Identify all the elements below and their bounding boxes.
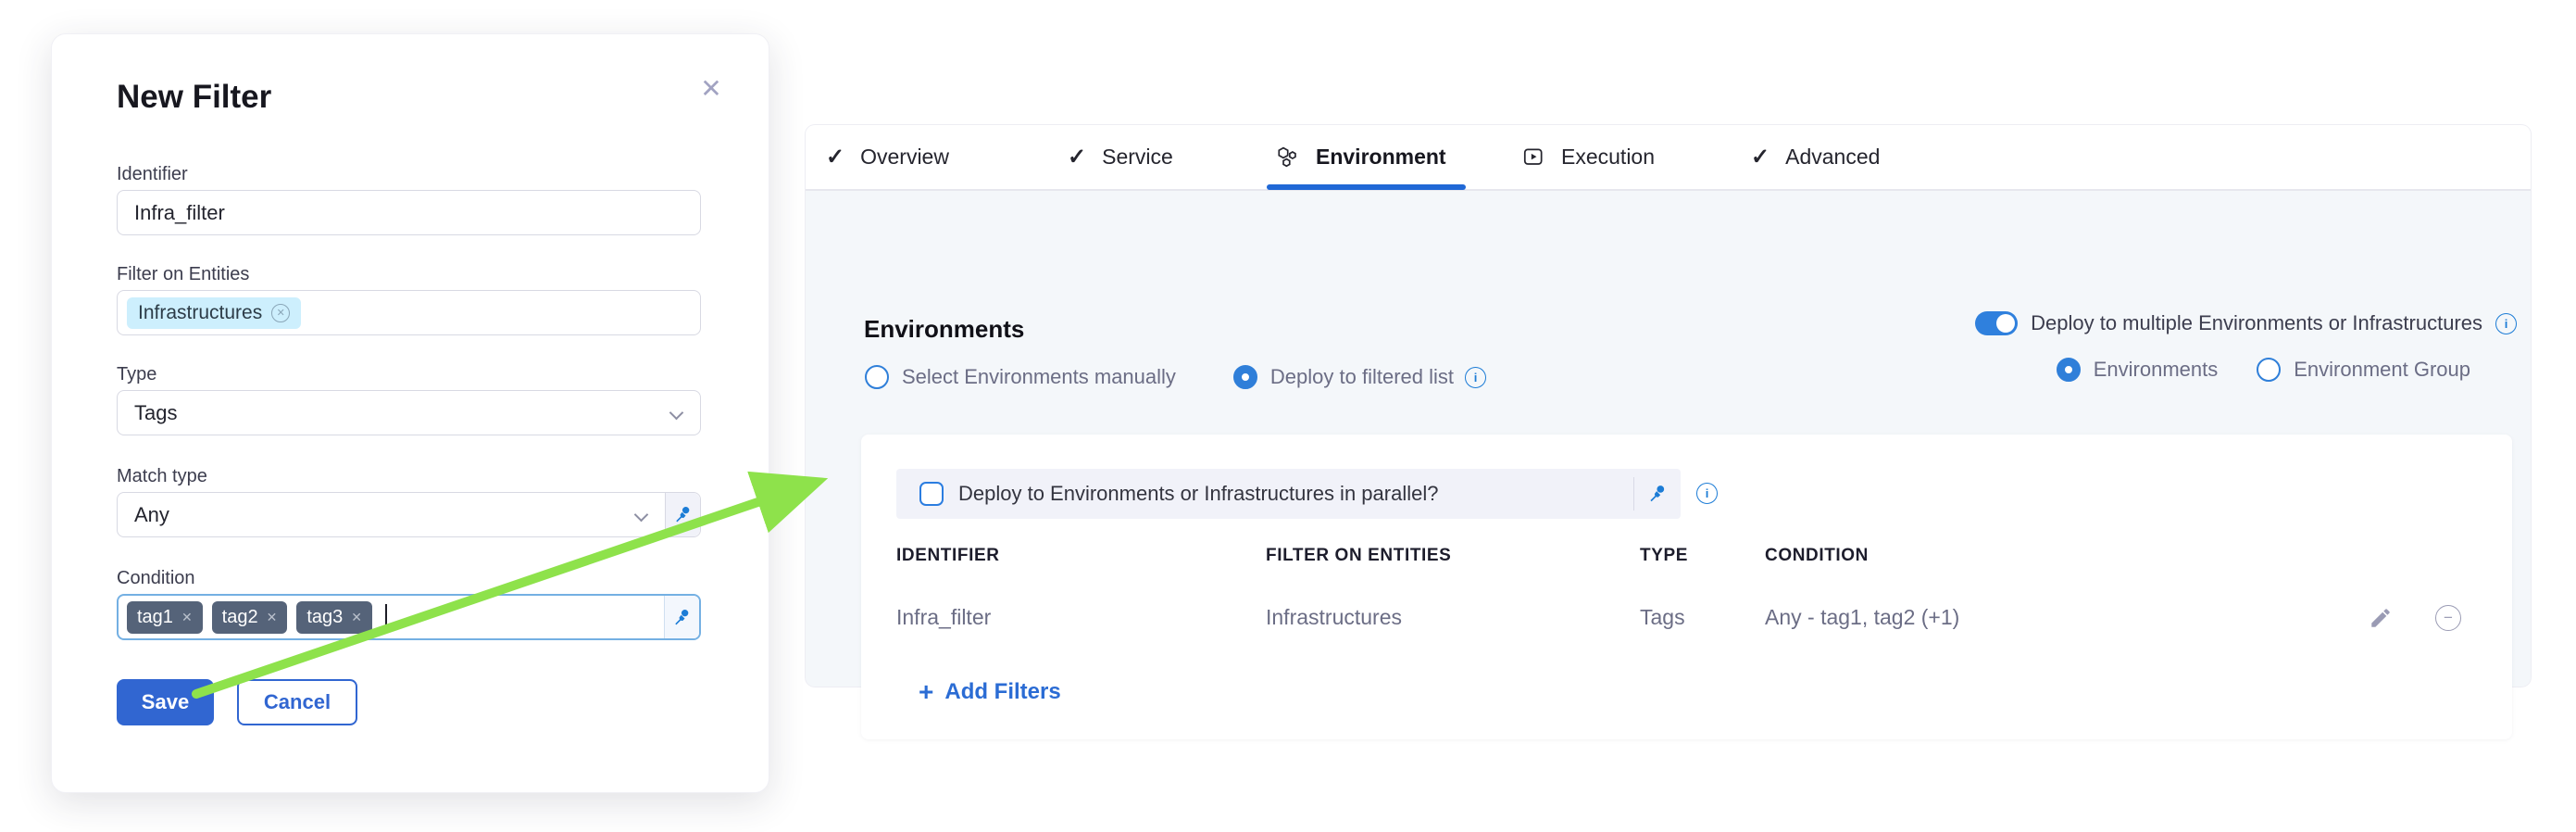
table-row: Infra_filter Infrastructures Tags Any - … — [896, 605, 2470, 630]
cell-filter-on-entities: Infrastructures — [1266, 605, 1640, 630]
col-type: TYPE — [1640, 546, 1765, 566]
tab-environment[interactable]: Environment — [1275, 125, 1446, 189]
radio-select-manually[interactable] — [865, 365, 889, 389]
tab-label: Execution — [1561, 145, 1655, 170]
match-type-select[interactable]: Any — [117, 492, 701, 537]
chevron-down-icon — [669, 406, 684, 421]
tab-label: Environment — [1316, 145, 1446, 170]
save-button[interactable]: Save — [117, 679, 214, 725]
close-icon[interactable]: ✕ — [694, 71, 728, 105]
check-icon: ✓ — [1751, 144, 1769, 170]
col-identifier: IDENTIFIER — [896, 546, 1266, 566]
type-value: Tags — [134, 401, 177, 425]
filters-card: Deploy to Environments or Infrastructure… — [861, 435, 2512, 739]
chip-remove-icon[interactable]: ✕ — [351, 610, 362, 625]
parallel-checkbox[interactable] — [919, 482, 944, 506]
edit-pencil-icon[interactable] — [2369, 606, 2393, 630]
environment-tab-content: Environments Select Environments manuall… — [806, 191, 2531, 687]
type-select[interactable]: Tags — [117, 390, 701, 435]
radio-environments[interactable] — [2057, 358, 2081, 382]
radio-environment-group[interactable] — [2257, 358, 2281, 382]
col-filter-on-entities: FILTER ON ENTITIES — [1266, 546, 1640, 566]
tab-label: Advanced — [1785, 145, 1880, 170]
pin-button[interactable] — [665, 493, 700, 536]
tag-label: tag3 — [306, 607, 343, 628]
condition-label: Condition — [117, 568, 195, 589]
tag-label: tag1 — [137, 607, 173, 628]
stage-config-panel: ✓ Overview ✓ Service Environment — [806, 125, 2531, 687]
condition-input[interactable]: tag1 ✕ tag2 ✕ tag3 ✕ — [117, 594, 701, 640]
environment-icon — [1275, 145, 1300, 170]
info-icon[interactable]: i — [1465, 367, 1486, 388]
pin-button[interactable] — [664, 596, 699, 638]
identifier-input[interactable]: Infra_filter — [117, 190, 701, 235]
identifier-label: Identifier — [117, 164, 188, 185]
screen: New Filter ✕ Identifier Infra_filter Fil… — [0, 0, 2576, 832]
row-actions: − — [2369, 605, 2461, 631]
check-icon: ✓ — [826, 144, 844, 170]
check-icon: ✓ — [1068, 144, 1086, 170]
condition-tag-chip: tag3 ✕ — [296, 601, 372, 634]
condition-tag-chip: tag1 ✕ — [127, 601, 203, 634]
radio-deploy-filtered-label: Deploy to filtered list — [1270, 365, 1454, 389]
radio-environments-label: Environments — [2094, 358, 2219, 382]
chevron-down-icon — [634, 508, 649, 523]
filters-table-header: IDENTIFIER FILTER ON ENTITIES TYPE CONDI… — [896, 546, 2470, 566]
cancel-button[interactable]: Cancel — [237, 679, 357, 725]
identifier-value: Infra_filter — [134, 201, 225, 225]
cell-condition: Any - tag1, tag2 (+1) — [1765, 605, 2470, 630]
chip-remove-icon[interactable]: ✕ — [271, 304, 290, 322]
text-cursor — [385, 604, 387, 630]
cell-identifier: Infra_filter — [896, 605, 1266, 630]
tab-label: Service — [1102, 145, 1173, 170]
chip-remove-icon[interactable]: ✕ — [181, 610, 193, 625]
remove-row-icon[interactable]: − — [2435, 605, 2461, 631]
plus-icon: + — [919, 679, 933, 705]
active-tab-underline — [1267, 184, 1466, 190]
add-filters-button[interactable]: + Add Filters — [919, 679, 1061, 705]
match-type-label: Match type — [117, 466, 207, 487]
environments-heading: Environments — [864, 315, 1024, 344]
new-filter-modal: New Filter ✕ Identifier Infra_filter Fil… — [51, 33, 769, 793]
tab-advanced[interactable]: ✓ Advanced — [1751, 125, 1880, 189]
col-condition: CONDITION — [1765, 546, 2470, 566]
type-label: Type — [117, 364, 156, 385]
toggle-knob — [1996, 314, 2015, 333]
stage-tabbar: ✓ Overview ✓ Service Environment — [806, 125, 2531, 191]
add-filters-label: Add Filters — [944, 679, 1060, 705]
chip-remove-icon[interactable]: ✕ — [267, 610, 278, 625]
pin-icon — [672, 608, 692, 627]
entity-chip: Infrastructures ✕ — [127, 297, 301, 329]
info-icon[interactable]: i — [1696, 483, 1718, 504]
divider — [1633, 477, 1634, 511]
tab-execution[interactable]: Execution — [1521, 125, 1655, 189]
scope-radios: Environments Environment Group — [2057, 358, 2470, 382]
pin-icon — [1647, 484, 1668, 504]
parallel-option-bar: Deploy to Environments or Infrastructure… — [896, 469, 1681, 519]
info-icon[interactable]: i — [2495, 313, 2517, 334]
execution-icon — [1521, 145, 1545, 170]
radio-deploy-filtered[interactable] — [1233, 365, 1257, 389]
tag-label: tag2 — [222, 607, 258, 628]
tab-overview[interactable]: ✓ Overview — [826, 125, 949, 189]
multi-env-toggle-label: Deploy to multiple Environments or Infra… — [2031, 311, 2482, 335]
radio-environment-group-label: Environment Group — [2294, 358, 2470, 382]
multi-env-toggle-row: Deploy to multiple Environments or Infra… — [1975, 311, 2517, 335]
entities-label: Filter on Entities — [117, 264, 249, 285]
environment-mode-radios: Select Environments manually Deploy to f… — [865, 365, 1486, 389]
match-type-value: Any — [134, 503, 169, 527]
radio-select-manually-label: Select Environments manually — [902, 365, 1176, 389]
entities-input[interactable]: Infrastructures ✕ — [117, 290, 701, 335]
multi-env-block: Deploy to multiple Environments or Infra… — [1975, 311, 2517, 382]
pin-icon — [673, 505, 693, 524]
pin-button[interactable] — [1647, 484, 1668, 504]
cell-type: Tags — [1640, 605, 1765, 630]
multi-env-toggle[interactable] — [1975, 311, 2018, 335]
entity-chip-label: Infrastructures — [138, 302, 262, 324]
tab-service[interactable]: ✓ Service — [1068, 125, 1173, 189]
parallel-checkbox-label: Deploy to Environments or Infrastructure… — [958, 482, 1438, 506]
condition-tag-chip: tag2 ✕ — [212, 601, 288, 634]
modal-title: New Filter — [117, 79, 271, 116]
tab-label: Overview — [860, 145, 949, 170]
